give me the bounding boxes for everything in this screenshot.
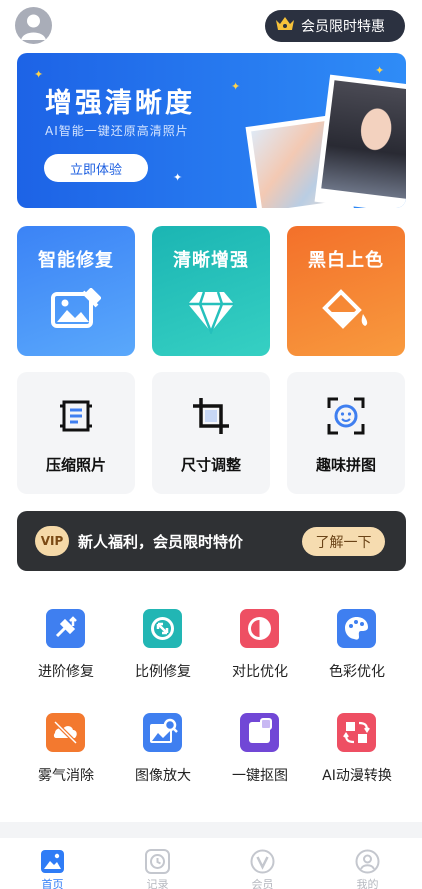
- sparkle-icon: ✦: [375, 64, 385, 77]
- cutout-icon: [240, 713, 279, 752]
- grid-item-cutout[interactable]: 一键抠图: [211, 704, 309, 789]
- grid-item-color[interactable]: 色彩优化: [308, 600, 406, 685]
- zoom-image-icon: [143, 713, 182, 752]
- haze-remove-icon: [46, 713, 85, 752]
- grid-label: AI动漫转换: [322, 768, 392, 784]
- grid-label: 一键抠图: [232, 768, 288, 784]
- tools-icon: [46, 609, 85, 648]
- user-avatar-icon[interactable]: [15, 7, 52, 44]
- grid-label: 色彩优化: [329, 664, 385, 680]
- tab-records[interactable]: 记录: [105, 838, 210, 889]
- grid-label: 比例修复: [135, 664, 191, 680]
- tab-profile[interactable]: 我的: [315, 838, 420, 889]
- grid-item-ratio-repair[interactable]: 比例修复: [114, 600, 212, 685]
- tab-home[interactable]: 首页: [0, 838, 105, 889]
- grid-item-anime[interactable]: AI动漫转换: [308, 704, 406, 789]
- palette-icon: [337, 609, 376, 648]
- anime-convert-icon: [337, 713, 376, 752]
- diamond-icon: [186, 288, 236, 336]
- sparkle-icon: ✦: [231, 80, 241, 93]
- grid-label: 进阶修复: [38, 664, 94, 680]
- tool-compress[interactable]: 压缩照片: [17, 372, 135, 494]
- tool-cards: 压缩照片 尺寸调整 趣味拼图: [17, 372, 406, 494]
- tool-resize[interactable]: 尺寸调整: [152, 372, 270, 494]
- crown-icon: [275, 16, 295, 36]
- compress-icon: [56, 396, 96, 436]
- tile-clarity-enhance[interactable]: 清晰增强: [152, 226, 270, 356]
- tool-fun-puzzle[interactable]: 趣味拼图: [287, 372, 405, 494]
- bottom-tab-bar: 首页 记录 会员 我的: [0, 838, 422, 889]
- tool-label: 压缩照片: [45, 456, 106, 474]
- ratio-icon: [143, 609, 182, 648]
- tab-label: 首页: [41, 878, 64, 889]
- contrast-icon: [240, 609, 279, 648]
- vip-promo-text: 新人福利，会员限时特价: [78, 533, 244, 551]
- banner-title: 增强清晰度: [45, 88, 195, 119]
- tile-colorize[interactable]: 黑白上色: [287, 226, 405, 356]
- grid-label: 对比优化: [232, 664, 288, 680]
- paint-bucket-icon: [321, 288, 371, 334]
- member-offer-label: 会员限时特惠: [301, 19, 385, 35]
- tab-label: 记录: [146, 878, 169, 889]
- sparkle-icon: ✦: [173, 171, 183, 184]
- tile-label: 清晰增强: [173, 250, 249, 271]
- image-repair-icon: [51, 287, 102, 334]
- grid-item-upscale[interactable]: 图像放大: [114, 704, 212, 789]
- promo-banner[interactable]: ✦ ✦ ✦ ✦ 增强清晰度 AI智能一键还原高清照片 立即体验: [17, 53, 406, 208]
- banner-subtitle: AI智能一键还原高清照片: [45, 124, 189, 138]
- vip-v-icon: [250, 849, 275, 874]
- home-image-icon: [40, 849, 65, 874]
- tile-label: 黑白上色: [308, 250, 384, 271]
- grid-item-contrast[interactable]: 对比优化: [211, 600, 309, 685]
- sparkle-icon: ✦: [34, 68, 44, 81]
- member-offer-button[interactable]: 会员限时特惠: [265, 10, 405, 42]
- face-scan-icon: [326, 396, 366, 436]
- section-divider: [0, 822, 422, 838]
- tab-label: 我的: [356, 878, 379, 889]
- clock-icon: [145, 849, 170, 874]
- grid-item-advanced-repair[interactable]: 进阶修复: [17, 600, 115, 685]
- top-header: 会员限时特惠: [0, 0, 422, 52]
- grid-label: 图像放大: [135, 768, 191, 784]
- profile-icon: [355, 849, 380, 874]
- vip-badge: VIP: [35, 526, 69, 556]
- grid-label: 雾气消除: [38, 768, 94, 784]
- tab-label: 会员: [251, 878, 274, 889]
- try-now-button[interactable]: 立即体验: [44, 154, 148, 182]
- vip-promo-bar[interactable]: VIP 新人福利，会员限时特价 了解一下: [17, 511, 406, 571]
- function-grid: 进阶修复 比例修复 对比优化 色彩优化 雾气消除 图像放大 一键抠图 AI动漫转…: [17, 600, 406, 800]
- grid-item-dehaze[interactable]: 雾气消除: [17, 704, 115, 789]
- tool-label: 趣味拼图: [315, 456, 376, 474]
- crop-icon: [191, 396, 231, 436]
- sample-photo-after: [314, 74, 406, 208]
- tile-label: 智能修复: [38, 250, 114, 271]
- feature-tiles: 智能修复 清晰增强 黑白上色: [17, 226, 406, 356]
- tool-label: 尺寸调整: [180, 456, 241, 474]
- tab-vip[interactable]: 会员: [210, 838, 315, 889]
- tile-smart-repair[interactable]: 智能修复: [17, 226, 135, 356]
- learn-more-button[interactable]: 了解一下: [302, 527, 385, 556]
